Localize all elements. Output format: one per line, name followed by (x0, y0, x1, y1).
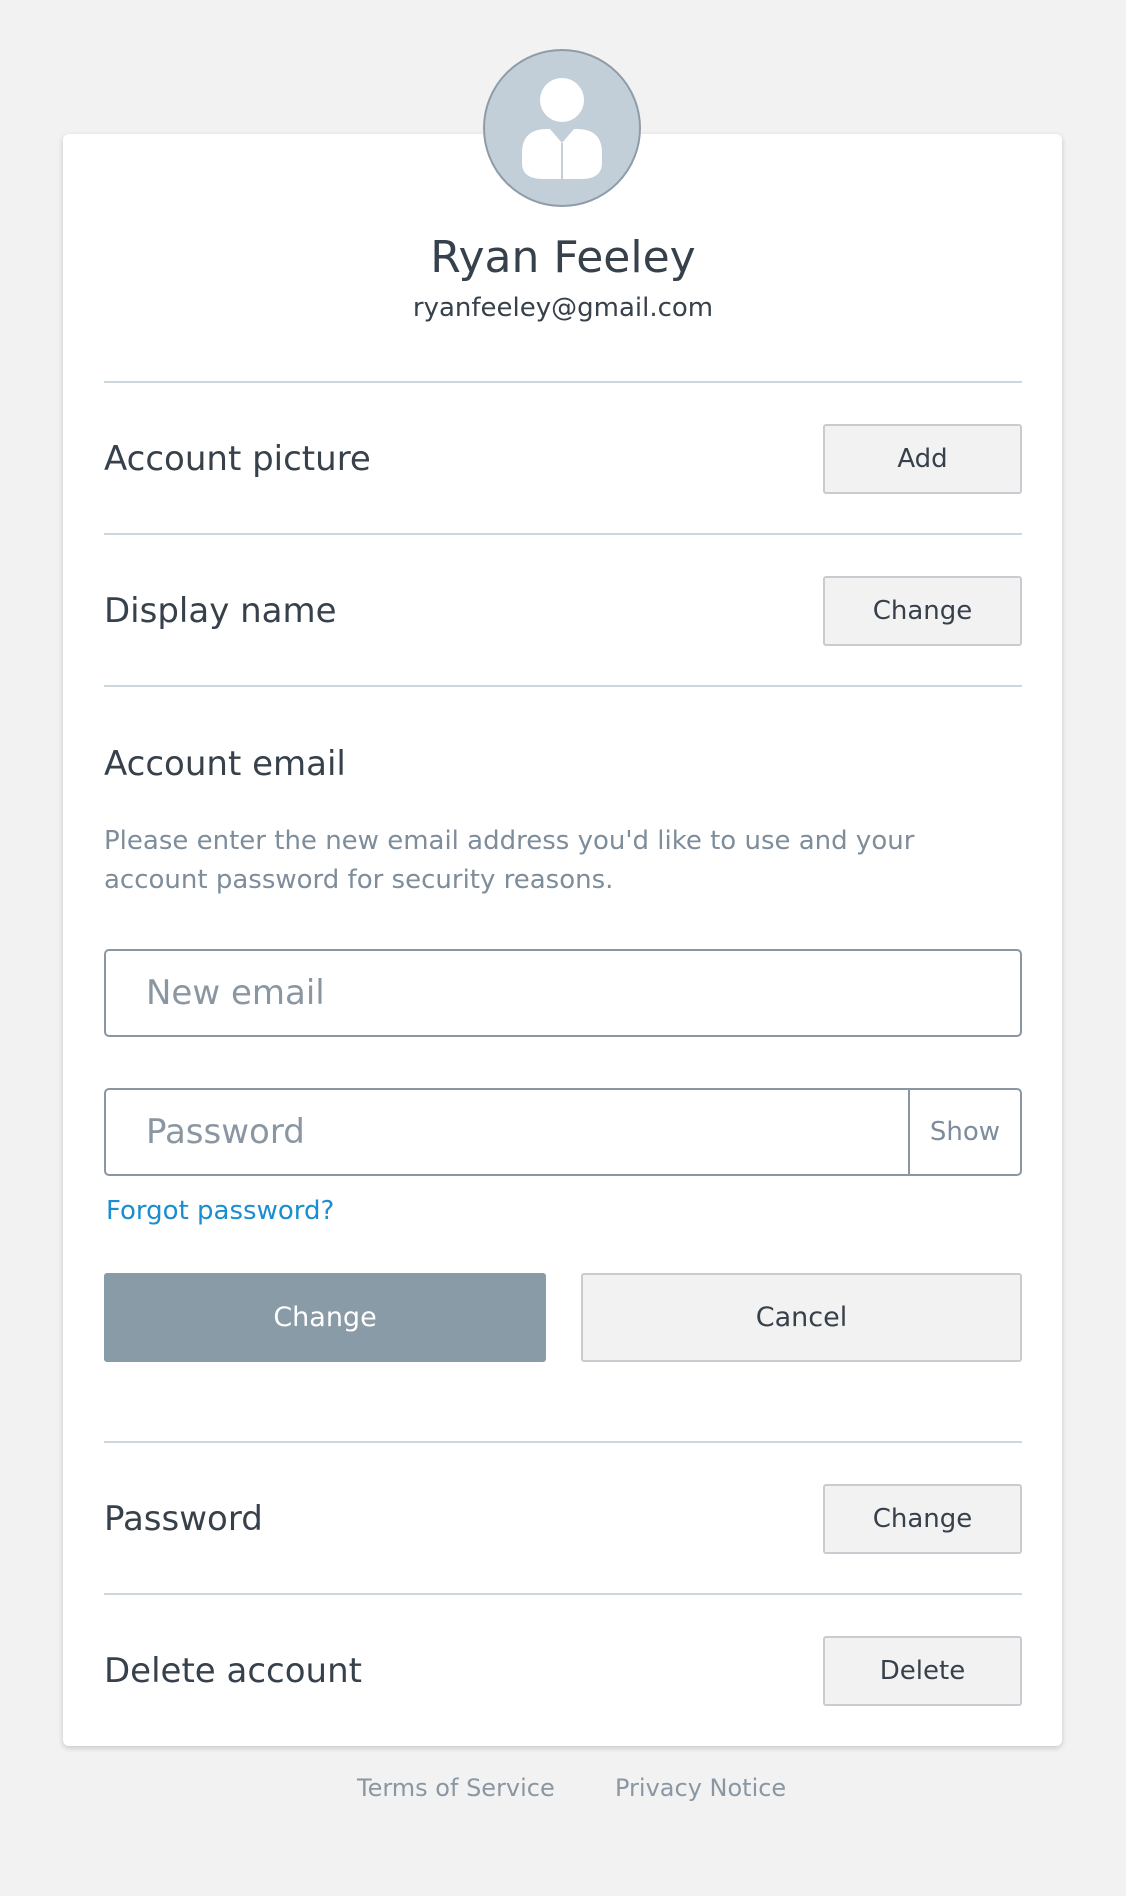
cancel-button[interactable]: Cancel (581, 1273, 1022, 1362)
account-email-heading: Account email (104, 744, 346, 784)
change-email-button[interactable]: Change (104, 1273, 546, 1362)
show-password-button[interactable]: Show (908, 1090, 1020, 1174)
divider (104, 1441, 1022, 1443)
account-picture-label: Account picture (104, 439, 371, 479)
change-password-button[interactable]: Change (823, 1484, 1022, 1554)
forgot-password-link[interactable]: Forgot password? (106, 1196, 334, 1226)
delete-account-label: Delete account (104, 1651, 362, 1691)
new-email-input[interactable] (106, 951, 1020, 1035)
user-email: ryanfeeley@gmail.com (412, 293, 714, 323)
display-name-label: Display name (104, 591, 337, 631)
divider (104, 1593, 1022, 1595)
divider (104, 533, 1022, 535)
password-input[interactable] (106, 1090, 910, 1174)
add-picture-button[interactable]: Add (823, 424, 1022, 494)
user-name: Ryan Feeley (430, 232, 696, 283)
email-help-text: Please enter the new email address you'd… (104, 826, 915, 895)
password-label: Password (104, 1499, 263, 1539)
privacy-notice-link[interactable]: Privacy Notice (615, 1774, 786, 1802)
change-display-name-button[interactable]: Change (823, 576, 1022, 646)
password-field: Show (104, 1088, 1022, 1176)
new-email-field (104, 949, 1022, 1037)
delete-account-button[interactable]: Delete (823, 1636, 1022, 1706)
user-silhouette-icon (522, 78, 602, 179)
divider (104, 381, 1022, 383)
terms-of-service-link[interactable]: Terms of Service (357, 1774, 555, 1802)
divider (104, 685, 1022, 687)
avatar (483, 49, 641, 207)
